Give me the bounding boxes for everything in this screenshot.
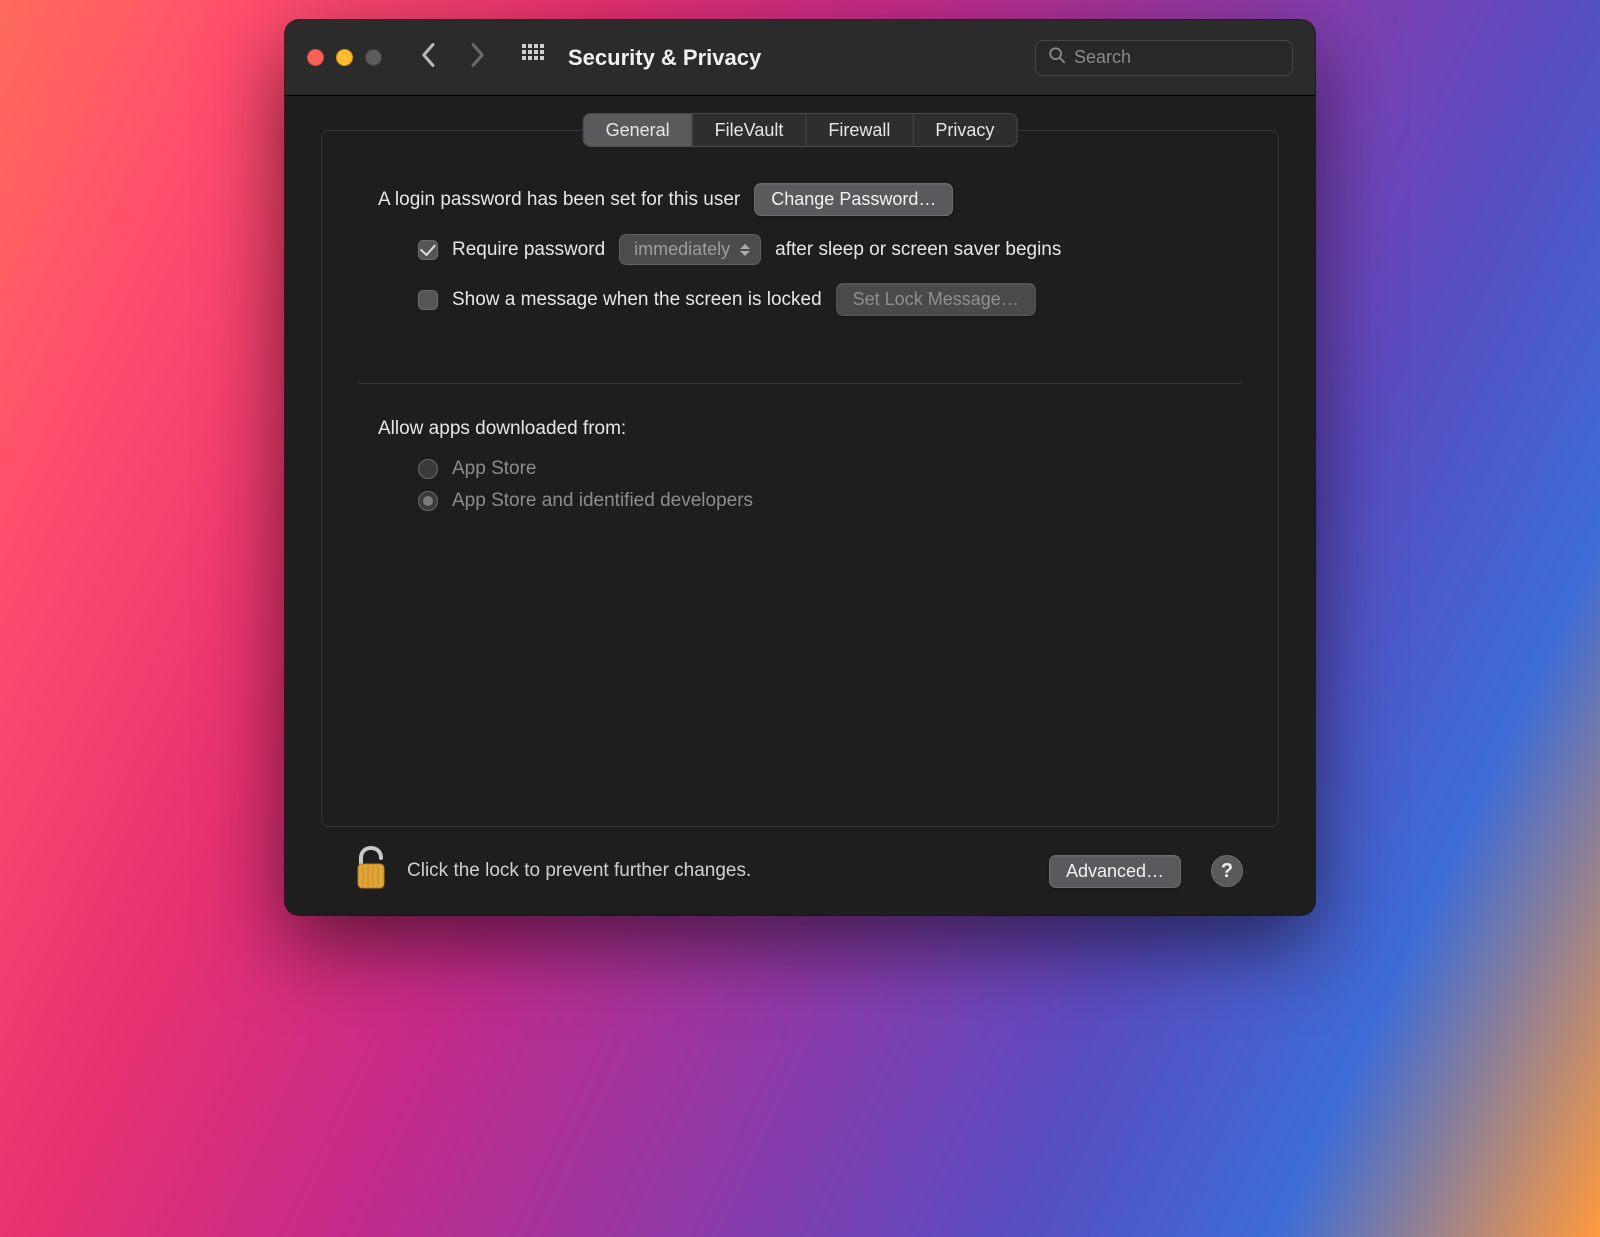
require-password-checkbox[interactable] xyxy=(418,240,438,260)
radio-identified-developers[interactable] xyxy=(418,491,438,511)
content-area: General FileVault Firewall Privacy A log… xyxy=(285,96,1315,915)
tab-general[interactable]: General xyxy=(584,114,693,146)
show-lock-message-label: Show a message when the screen is locked xyxy=(452,289,822,311)
updown-icon xyxy=(740,244,750,256)
search-field[interactable] xyxy=(1035,40,1293,76)
zoom-button[interactable] xyxy=(365,49,382,66)
show-lock-message-checkbox[interactable] xyxy=(418,290,438,310)
footer: Click the lock to prevent further change… xyxy=(321,827,1279,915)
show-all-button[interactable] xyxy=(522,44,544,71)
allow-apps-heading: Allow apps downloaded from: xyxy=(378,418,1222,440)
radio-app-store-label: App Store xyxy=(452,458,537,480)
settings-panel: General FileVault Firewall Privacy A log… xyxy=(321,130,1279,827)
lock-hint-text: Click the lock to prevent further change… xyxy=(407,860,751,882)
lock-icon[interactable] xyxy=(351,846,391,897)
radio-app-store[interactable] xyxy=(418,459,438,479)
search-input[interactable] xyxy=(1074,47,1306,68)
radio-identified-developers-label: App Store and identified developers xyxy=(452,490,753,512)
minimize-button[interactable] xyxy=(336,49,353,66)
help-button[interactable]: ? xyxy=(1211,855,1243,887)
advanced-button[interactable]: Advanced… xyxy=(1049,855,1181,888)
forward-button[interactable] xyxy=(468,42,486,73)
tab-privacy[interactable]: Privacy xyxy=(913,114,1016,146)
gatekeeper-section: Allow apps downloaded from: App Store Ap… xyxy=(378,384,1222,792)
titlebar: Security & Privacy xyxy=(285,20,1315,96)
password-set-label: A login password has been set for this u… xyxy=(378,189,740,211)
window-title: Security & Privacy xyxy=(568,45,761,71)
nav-arrows xyxy=(420,42,486,73)
close-button[interactable] xyxy=(307,49,324,66)
require-password-delay-value: immediately xyxy=(634,239,730,260)
tab-firewall[interactable]: Firewall xyxy=(806,114,913,146)
tab-filevault[interactable]: FileVault xyxy=(693,114,807,146)
login-password-section: A login password has been set for this u… xyxy=(378,183,1222,383)
require-password-delay-select[interactable]: immediately xyxy=(619,234,761,265)
tab-bar: General FileVault Firewall Privacy xyxy=(583,113,1018,147)
require-password-after-label: after sleep or screen saver begins xyxy=(775,239,1061,261)
back-button[interactable] xyxy=(420,42,438,73)
window-controls xyxy=(307,49,382,66)
change-password-button[interactable]: Change Password… xyxy=(754,183,953,216)
search-icon xyxy=(1048,46,1066,69)
set-lock-message-button[interactable]: Set Lock Message… xyxy=(836,283,1036,316)
require-password-label: Require password xyxy=(452,239,605,261)
system-preferences-window: Security & Privacy General FileVault Fir… xyxy=(285,20,1315,915)
